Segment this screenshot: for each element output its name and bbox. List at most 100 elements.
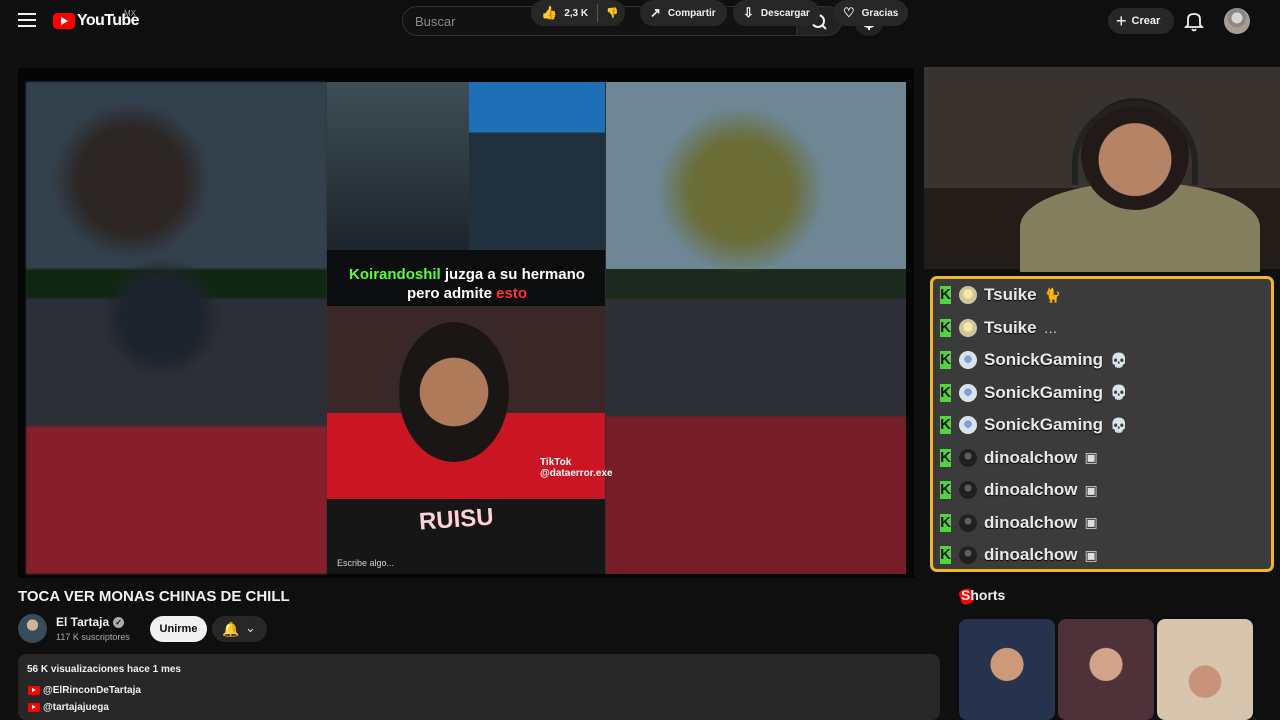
notifications-bell-icon[interactable] <box>1183 10 1205 32</box>
blurred-left-background <box>26 82 327 574</box>
like-separator <box>597 4 599 22</box>
download-icon: ⇩ <box>743 5 754 20</box>
channel-link-1[interactable]: @ElRinconDeTartaja <box>28 683 141 697</box>
chat-message: K Tsuike … <box>933 312 1271 345</box>
chat-emote-icon: 💀 <box>1110 351 1128 368</box>
share-button[interactable]: ↗ Compartir <box>640 0 727 26</box>
chat-username[interactable]: dinoalchow <box>984 513 1078 533</box>
chat-username[interactable]: dinoalchow <box>984 545 1078 565</box>
channel-name-text: El Tartaja <box>56 615 110 629</box>
chat-emote-icon: 🐈 <box>1043 286 1062 303</box>
chat-user-avatar[interactable] <box>959 448 977 467</box>
chat-message: K SonickGaming 💀 <box>933 344 1271 377</box>
subscription-bell-button[interactable]: 🔔 ⌄ <box>212 616 267 642</box>
chat-username[interactable]: Tsuike <box>984 285 1037 305</box>
chat-user-avatar[interactable] <box>959 513 977 532</box>
thanks-icon: ♡ <box>843 5 855 20</box>
platform-badge-icon[interactable]: K <box>940 383 951 402</box>
chat-emote-icon: 💀 <box>1110 416 1128 433</box>
video-top-right-image <box>469 82 605 250</box>
platform-badge-icon[interactable]: K <box>940 448 951 467</box>
thumbs-up-icon: 👍 <box>541 5 558 20</box>
person-face-image <box>399 322 509 462</box>
channel-handle-2: @tartajajuega <box>43 701 109 713</box>
chat-username[interactable]: Tsuike <box>984 318 1037 338</box>
download-button[interactable]: ⇩ Descargar <box>733 0 820 26</box>
chat-user-avatar[interactable] <box>959 416 977 435</box>
caption-red-word: esto <box>496 285 528 302</box>
channel-handle-1: @ElRinconDeTartaja <box>43 684 141 696</box>
video-title: TOCA VER MONAS CHINAS DE CHILL <box>18 588 290 605</box>
stream-chat-overlay: K Tsuike 🐈 K Tsuike … K SonickGaming 💀 K SonickGam… <box>930 276 1274 572</box>
channel-link-2[interactable]: @tartajajuega <box>28 700 109 714</box>
channel-avatar[interactable] <box>18 614 47 643</box>
chat-username[interactable]: dinoalchow <box>984 480 1078 500</box>
thanks-button[interactable]: ♡ Gracias <box>833 0 908 26</box>
caption-middle: juzga a su <box>440 266 522 283</box>
chat-user-avatar[interactable] <box>959 383 977 402</box>
caption-name: Koirandoshil <box>349 266 441 283</box>
chat-emote-icon: ▣ <box>1084 546 1098 563</box>
chat-message: Kdinoalchow ▣ <box>933 507 1271 540</box>
tiktok-handle: @dataerror.exe <box>540 468 613 479</box>
chat-emote-icon: 💀 <box>1110 384 1128 401</box>
chat-user-avatar[interactable] <box>959 286 977 305</box>
platform-badge-icon[interactable]: K <box>940 286 951 305</box>
chat-message: K SonickGaming 💀 <box>933 409 1271 442</box>
tiktok-watermark: TikTok @dataerror.exe <box>540 457 613 479</box>
share-icon: ↗ <box>650 5 661 20</box>
verified-icon: ✓ <box>113 617 125 628</box>
video-caption: Koirandoshil juzga a su hermano pero adm… <box>337 265 597 303</box>
chat-emote-icon: ▣ <box>1084 481 1098 498</box>
tiktok-label: TikTok <box>540 457 572 468</box>
subscriber-count: 117 K suscriptores <box>56 632 130 642</box>
region-label: MX <box>124 9 136 18</box>
chat-emote-icon: … <box>1043 319 1058 336</box>
chat-username[interactable]: SonickGaming <box>984 383 1103 403</box>
chat-user-avatar[interactable] <box>959 481 977 500</box>
platform-badge-icon[interactable]: K <box>940 481 951 500</box>
caption-word: hermano <box>521 266 585 283</box>
chevron-down-icon: ⌄ <box>245 620 256 635</box>
thumbs-down-icon[interactable]: 👎 <box>606 8 618 19</box>
chat-message: K Tsuike 🐈 <box>933 279 1271 312</box>
bell-icon: 🔔 <box>222 621 240 637</box>
chat-user-avatar[interactable] <box>959 546 977 565</box>
platform-badge-icon[interactable]: K <box>940 513 951 532</box>
share-label: Compartir <box>667 7 716 19</box>
channel-name[interactable]: El Tartaja ✓ <box>56 615 125 629</box>
download-label: Descargar <box>760 7 810 19</box>
youtube-link-icon <box>28 702 40 712</box>
like-count: 2,3 K <box>564 7 589 19</box>
video-top-left-image <box>327 82 469 250</box>
short-thumbnail-1[interactable] <box>959 619 1055 720</box>
platform-badge-icon[interactable]: K <box>940 546 951 565</box>
top-navigation: YouTube MX + Crear <box>0 0 1280 42</box>
ruisu-logo-text: RUISU <box>418 503 495 536</box>
youtube-play-icon <box>53 13 75 29</box>
account-avatar[interactable] <box>1224 8 1250 34</box>
short-thumbnail-2[interactable] <box>1058 619 1154 720</box>
platform-badge-icon[interactable]: K <box>940 318 951 337</box>
create-label: Crear <box>1131 15 1161 27</box>
create-button[interactable]: + Crear <box>1108 8 1174 34</box>
chat-user-avatar[interactable] <box>959 351 977 370</box>
like-dislike-button[interactable]: 👍 2,3 K 👎 <box>531 0 625 26</box>
video-description[interactable]: 56 K visualizaciones hace 1 mes @ElRinco… <box>18 654 940 720</box>
video-frame: Koirandoshil juzga a su hermano pero adm… <box>26 82 906 574</box>
short-thumbnail-3[interactable] <box>1157 619 1253 720</box>
hamburger-menu-icon[interactable] <box>18 13 36 27</box>
video-player[interactable]: Koirandoshil juzga a su hermano pero adm… <box>18 68 914 578</box>
chat-username[interactable]: SonickGaming <box>984 350 1103 370</box>
chat-message: Kdinoalchow ▣ <box>933 474 1271 507</box>
chat-username[interactable]: dinoalchow <box>984 448 1078 468</box>
platform-badge-icon[interactable]: K <box>940 416 951 435</box>
chat-username[interactable]: SonickGaming <box>984 415 1103 435</box>
chat-message: Kdinoalchow ▣ <box>933 539 1271 569</box>
chat-user-avatar[interactable] <box>959 318 977 337</box>
shorts-title: Shorts <box>961 587 1006 603</box>
join-button[interactable]: Unirme <box>150 616 207 642</box>
blurred-right-background <box>606 82 906 574</box>
platform-badge-icon[interactable]: K <box>940 351 951 370</box>
chat-emote-icon: ▣ <box>1084 514 1098 531</box>
